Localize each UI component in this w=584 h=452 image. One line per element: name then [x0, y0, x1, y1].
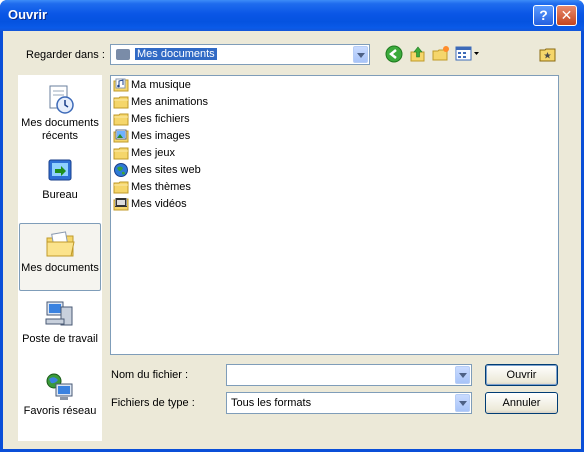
open-button[interactable]: Ouvrir	[485, 364, 558, 386]
views-menu-icon[interactable]	[455, 45, 481, 63]
folder-icon	[113, 147, 129, 160]
up-folder-icon[interactable]	[409, 45, 427, 63]
place-label: Poste de travail	[22, 333, 98, 345]
folder-icon	[113, 96, 129, 109]
desktop-icon	[48, 159, 72, 181]
place-my-documents[interactable]: Mes documents	[19, 223, 101, 291]
place-desktop[interactable]: Bureau	[19, 151, 101, 219]
help-button[interactable]: ?	[533, 5, 554, 26]
place-label: Bureau	[42, 189, 78, 201]
window-title: Ouvrir	[8, 7, 48, 22]
filetype-value: Tous les formats	[231, 397, 312, 409]
favorite-folder-icon[interactable]	[539, 45, 557, 63]
chevron-down-icon[interactable]	[455, 366, 470, 384]
filename-input[interactable]	[229, 367, 449, 383]
open-dialog-window: Ouvrir ? ✕ Regarder dans : Mes documents	[0, 0, 584, 452]
place-my-computer[interactable]: Poste de travail	[19, 295, 101, 363]
web-folder-icon	[114, 163, 128, 177]
my-documents-icon	[46, 231, 75, 257]
places-bar: Mes documents récents Bureau Mes documen…	[18, 75, 102, 441]
place-label: Mes documents	[21, 262, 99, 274]
look-in-label: Regarder dans :	[26, 49, 105, 61]
place-label: Favoris réseau	[23, 405, 97, 417]
music-folder-icon	[113, 78, 129, 92]
place-recent-documents[interactable]: Mes documents récents	[19, 79, 101, 147]
look-in-value: Mes documents	[134, 47, 218, 61]
help-icon: ?	[539, 7, 548, 23]
filename-combobox[interactable]	[226, 364, 472, 386]
close-button[interactable]: ✕	[556, 5, 577, 26]
back-icon[interactable]	[385, 45, 403, 63]
filetype-dropdown[interactable]: Tous les formats	[226, 392, 472, 414]
filename-label: Nom du fichier :	[111, 369, 189, 381]
chevron-down-icon[interactable]	[455, 394, 470, 412]
dialog-body: Regarder dans : Mes documents Mes docume…	[3, 31, 581, 449]
folder-icon	[113, 181, 129, 194]
cancel-button[interactable]: Annuler	[485, 392, 558, 414]
place-label: Mes documents récents	[21, 117, 99, 142]
folder-icon	[113, 113, 129, 126]
network-places-icon	[46, 373, 73, 400]
new-folder-icon[interactable]	[432, 45, 450, 63]
recent-documents-icon	[49, 85, 74, 114]
my-documents-small-icon	[116, 49, 130, 60]
file-list[interactable]: Ma musique Mes animations Mes fichiers M…	[110, 75, 559, 355]
my-computer-icon	[45, 301, 73, 326]
title-bar[interactable]: Ouvrir ? ✕	[0, 0, 584, 31]
place-network[interactable]: Favoris réseau	[19, 367, 101, 435]
look-in-dropdown[interactable]: Mes documents	[110, 44, 370, 65]
chevron-down-icon[interactable]	[353, 46, 368, 63]
close-icon: ✕	[560, 7, 573, 23]
filetype-label: Fichiers de type :	[111, 397, 195, 409]
video-folder-icon	[113, 198, 129, 211]
pictures-folder-icon	[113, 129, 129, 143]
